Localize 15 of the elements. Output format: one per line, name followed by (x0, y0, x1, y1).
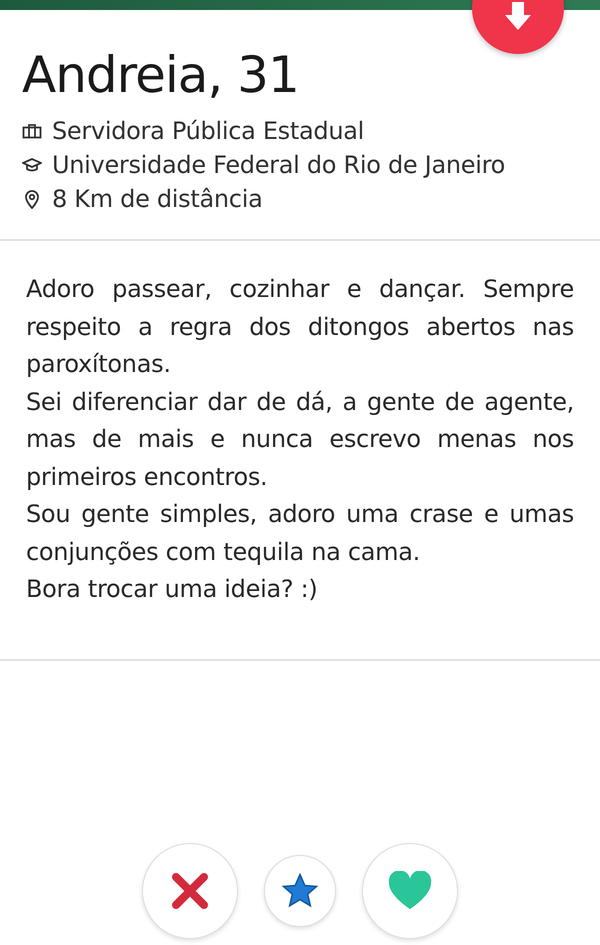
location-pin-icon (22, 189, 42, 209)
bio-paragraph: Adoro passear, cozinhar e dançar. Sempre respeito a regra dos ditongos abertos nas paroxítonas. (26, 274, 574, 380)
arrow-down-icon (503, 0, 533, 32)
close-icon (170, 871, 210, 911)
briefcase-icon (22, 123, 42, 139)
star-icon (281, 873, 319, 909)
profile-name: Andreia, 31 (22, 48, 300, 103)
profile-detail: Universidade Federal do Rio de Janeiro (52, 151, 506, 179)
graduation-cap-icon (22, 157, 42, 173)
bio-paragraph: Sou gente simples, adoro uma crase e umas conjunções com tequila na cama. (26, 499, 574, 568)
profile-detail: 8 Km de distância (52, 185, 262, 213)
heart-icon (387, 871, 433, 911)
bio-paragraph: Bora trocar uma ideia? :) (26, 574, 318, 605)
profile-detail: Servidora Pública Estadual (52, 117, 364, 145)
bio-paragraph: Sei diferenciar dar de dá, a gente de agente, mas de mais e nunca escrevo menas nos primeiros encontros. (26, 386, 574, 492)
